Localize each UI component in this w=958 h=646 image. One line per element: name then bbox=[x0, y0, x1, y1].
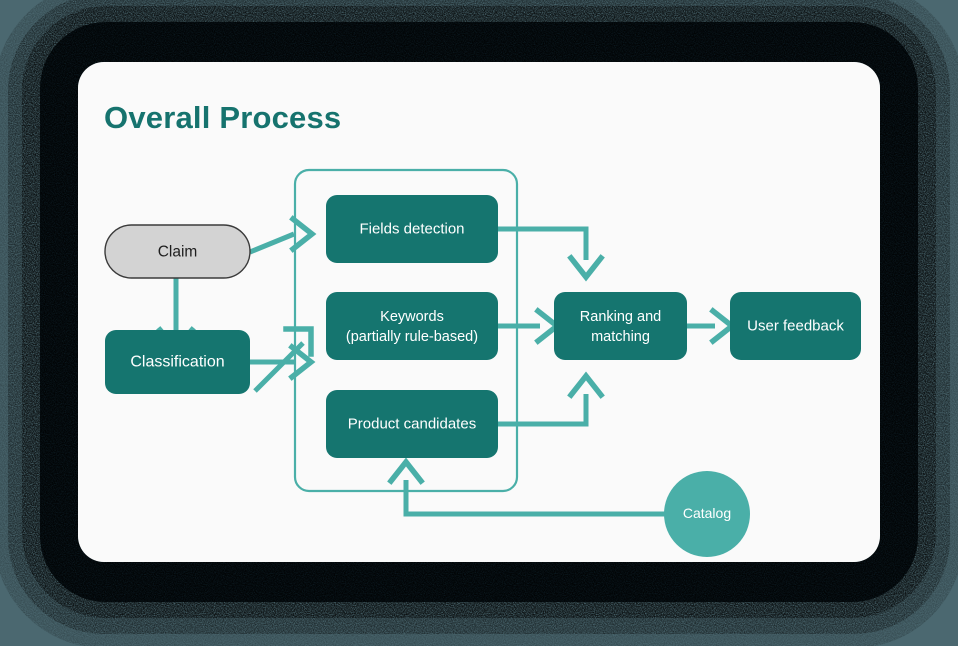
edge-fields-to-ranking bbox=[498, 226, 605, 282]
node-user-feedback-label: User feedback bbox=[747, 317, 844, 334]
edge-claim-to-fields bbox=[249, 215, 317, 255]
overall-process-flowchart: Claim Classification Fields detection Ke… bbox=[104, 168, 861, 557]
node-ranking-and-matching[interactable]: Ranking and matching bbox=[554, 292, 687, 360]
node-keywords-label-line2: (partially rule-based) bbox=[346, 329, 478, 345]
node-product-candidates[interactable]: Product candidates bbox=[326, 390, 498, 458]
node-product-candidates-label: Product candidates bbox=[348, 415, 476, 432]
edge-products-to-ranking bbox=[498, 371, 605, 427]
node-fields-detection[interactable]: Fields detection bbox=[326, 195, 498, 263]
edge-catalog-to-products bbox=[387, 457, 666, 517]
node-claim[interactable]: Claim bbox=[104, 224, 251, 279]
screenshot-stage: Overall Process Claim Classification Fie… bbox=[0, 0, 958, 646]
node-claim-label: Claim bbox=[158, 244, 198, 261]
node-keywords[interactable]: Keywords (partially rule-based) bbox=[326, 292, 498, 360]
node-ranking-label-line2: matching bbox=[591, 329, 650, 345]
node-classification-label: Classification bbox=[130, 354, 224, 371]
edge-classification-to-products bbox=[250, 343, 316, 381]
edge-keywords-to-ranking bbox=[498, 307, 562, 345]
node-user-feedback[interactable]: User feedback bbox=[730, 292, 861, 360]
node-catalog[interactable]: Catalog bbox=[664, 471, 750, 557]
node-catalog-label: Catalog bbox=[683, 505, 731, 521]
node-fields-detection-label: Fields detection bbox=[359, 220, 464, 237]
node-keywords-label-line1: Keywords bbox=[380, 309, 444, 325]
node-classification[interactable]: Classification bbox=[105, 330, 250, 394]
node-ranking-label-line1: Ranking and bbox=[580, 309, 661, 325]
edge-ranking-to-feedback bbox=[687, 307, 737, 345]
